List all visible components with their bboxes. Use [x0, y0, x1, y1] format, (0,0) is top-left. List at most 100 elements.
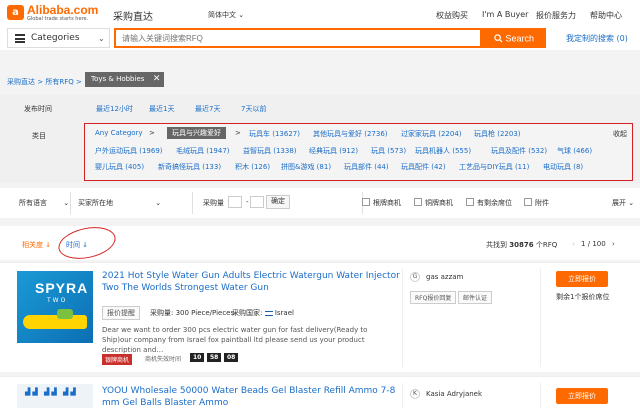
category-item[interactable]: 新奇搞怪玩具 (133): [158, 162, 221, 172]
time-option-12h[interactable]: 最近12小时: [96, 104, 133, 114]
category-item[interactable]: 玩具 (573): [371, 146, 406, 156]
category-item[interactable]: 玩具枪 (2203): [474, 129, 521, 139]
site-title: 采购直达: [113, 12, 153, 23]
category-item[interactable]: 户外运动玩具 (1969): [95, 146, 163, 156]
category-separator: >: [235, 129, 241, 137]
chevron-down-icon: ⌄: [98, 34, 105, 43]
language-filter-label: 所有语言: [19, 199, 47, 207]
search-row: Categories ⌄ Search 我定制的搜索 (0): [0, 28, 640, 50]
chevron-down-icon: ⌄: [63, 199, 70, 207]
nav-help-center[interactable]: 帮助中心: [590, 10, 622, 21]
expand-toggle[interactable]: 展开 ⌄: [612, 198, 634, 208]
listing-description: Dear we want to order 300 pcs electric w…: [102, 326, 368, 354]
buyer-name[interactable]: Kasia Adryjanek: [426, 390, 482, 398]
categories-button[interactable]: Categories ⌄: [7, 28, 110, 48]
quote-now-button[interactable]: 立即报价: [556, 388, 608, 404]
quote-now-button[interactable]: 立即报价: [556, 271, 608, 287]
checkbox-attachment[interactable]: [524, 198, 532, 206]
filter-bar: 所有语言 ⌄ 买家所在地 ⌄ 采购量 - 确定 根牌商机 铜牌商机 有剩余席位 …: [0, 188, 640, 218]
time-option-7d[interactable]: 最近7天: [195, 104, 220, 114]
quantity-min-input[interactable]: [228, 196, 242, 208]
menu-icon: [15, 34, 25, 43]
timer-hours: 10: [190, 353, 205, 362]
checkbox-silver[interactable]: [362, 198, 370, 206]
time-option-1d[interactable]: 最近1天: [149, 104, 174, 114]
checkbox-seats-label: 有剩余席位: [477, 199, 512, 207]
expire-label: 商机失效时间: [145, 356, 182, 363]
result-count-number: 30876: [509, 241, 534, 249]
category-item[interactable]: 毛绒玩具 (1947): [176, 146, 230, 156]
quantity-label: 采购量: [203, 199, 224, 207]
listing-title[interactable]: YOOU Wholesale 50000 Water Beads Gel Bla…: [102, 385, 402, 408]
checkbox-bronze[interactable]: [414, 198, 422, 206]
prev-page-icon[interactable]: ‹: [572, 240, 575, 248]
category-item[interactable]: 玩具机器人 (555): [415, 146, 471, 156]
category-filter-box: Any Category > 玩具与兴趣爱好 > 玩具车 (13627) 其他玩…: [84, 123, 633, 181]
buyer-avatar: G: [410, 272, 420, 282]
sort-by-relevance[interactable]: 相关度 ↓: [22, 240, 51, 250]
search-button[interactable]: Search: [482, 28, 546, 48]
category-any[interactable]: Any Category: [95, 129, 143, 137]
category-chip-label: Toys & Hobbies: [91, 75, 145, 83]
my-custom-search-link[interactable]: 我定制的搜索 (0): [566, 33, 628, 44]
collapse-toggle[interactable]: 收起: [613, 129, 627, 139]
water-tank-illustration: [57, 309, 73, 319]
close-icon[interactable]: ✕: [153, 72, 161, 87]
product-thumbnail[interactable]: SPYRA TWO: [17, 271, 93, 343]
language-filter[interactable]: 所有语言 ⌄: [19, 198, 69, 208]
breadcrumb-all-rfq[interactable]: 所有RFQ: [45, 78, 73, 86]
nav-benefits[interactable]: 权益购买: [436, 10, 468, 21]
next-page-icon[interactable]: ›: [612, 240, 615, 248]
logo-icon: a: [7, 5, 24, 20]
category-item[interactable]: 工艺品与DIY玩具 (11): [459, 162, 529, 172]
divider: [540, 269, 541, 367]
divider: [402, 269, 403, 367]
ammo-pack-illustration: ▟▟ ▟▟ ▟▟: [25, 388, 78, 396]
buyer-name[interactable]: gas azzam: [426, 273, 463, 281]
quote-reminder-tag[interactable]: 报价提醒: [102, 306, 140, 320]
category-item[interactable]: 玩具车 (13627): [249, 129, 300, 139]
category-toys-hobbies[interactable]: 玩具与兴趣爱好: [167, 127, 226, 139]
category-item[interactable]: 电动玩具 (8): [543, 162, 583, 172]
quantity-confirm-button[interactable]: 确定: [266, 195, 290, 209]
breadcrumb: 采购直达 > 所有RFQ >: [7, 77, 82, 87]
expand-label: 展开: [612, 199, 626, 207]
product-thumbnail[interactable]: ▟▟ ▟▟ ▟▟: [17, 384, 93, 408]
chevron-down-icon: ⌄: [155, 199, 162, 207]
search-input[interactable]: [114, 28, 482, 48]
time-option-older[interactable]: 7天以前: [241, 104, 266, 114]
silver-opportunity-badge: 银牌商机: [102, 354, 133, 365]
country-value: Israel: [274, 309, 294, 317]
thumbnail-brand: SPYRA: [35, 280, 89, 296]
breadcrumb-separator: >: [75, 78, 82, 86]
category-item[interactable]: 积木 (126): [235, 162, 270, 172]
language-selector[interactable]: 简体中文 ⌄: [208, 10, 244, 20]
breadcrumb-rfq-home[interactable]: 采购直达: [7, 78, 35, 86]
category-item[interactable]: 气球 (466): [557, 146, 592, 156]
category-item[interactable]: 其他玩具与爱好 (2736): [313, 129, 388, 139]
category-item[interactable]: 拼图&游戏 (81): [281, 162, 331, 172]
chevron-down-icon: ⌄: [628, 199, 635, 207]
checkbox-attachment-label: 附件: [535, 199, 549, 207]
checkbox-seats[interactable]: [466, 198, 474, 206]
category-item[interactable]: 益智玩具 (1338): [243, 146, 297, 156]
range-separator: -: [246, 198, 249, 206]
page-current: 1: [581, 240, 586, 248]
category-item[interactable]: 玩具及配件 (532): [491, 146, 547, 156]
category-item[interactable]: 经典玩具 (912): [309, 146, 358, 156]
quantity-max-input[interactable]: [250, 196, 264, 208]
result-count: 共找到 30876 个RFQ: [486, 240, 557, 250]
category-item[interactable]: 玩具部件 (44): [344, 162, 389, 172]
arrow-down-icon: ↓: [45, 241, 52, 249]
category-item[interactable]: 过家家玩具 (2204): [401, 129, 462, 139]
alibaba-logo[interactable]: a Alibaba.com Global trade starts here.: [7, 3, 107, 24]
nav-quote-service[interactable]: 报价服务力: [536, 10, 576, 21]
nav-buyer[interactable]: I'm A Buyer: [482, 10, 528, 19]
buyer-country-label: 买家所在地: [78, 199, 113, 207]
listing-title[interactable]: 2021 Hot Style Water Gun Adults Electric…: [102, 270, 402, 294]
divider: [402, 383, 403, 408]
category-item[interactable]: 玩具配件 (42): [401, 162, 446, 172]
buyer-country-filter[interactable]: 买家所在地 ⌄: [78, 198, 161, 208]
divider: [70, 192, 71, 214]
category-item[interactable]: 婴儿玩具 (405): [95, 162, 144, 172]
